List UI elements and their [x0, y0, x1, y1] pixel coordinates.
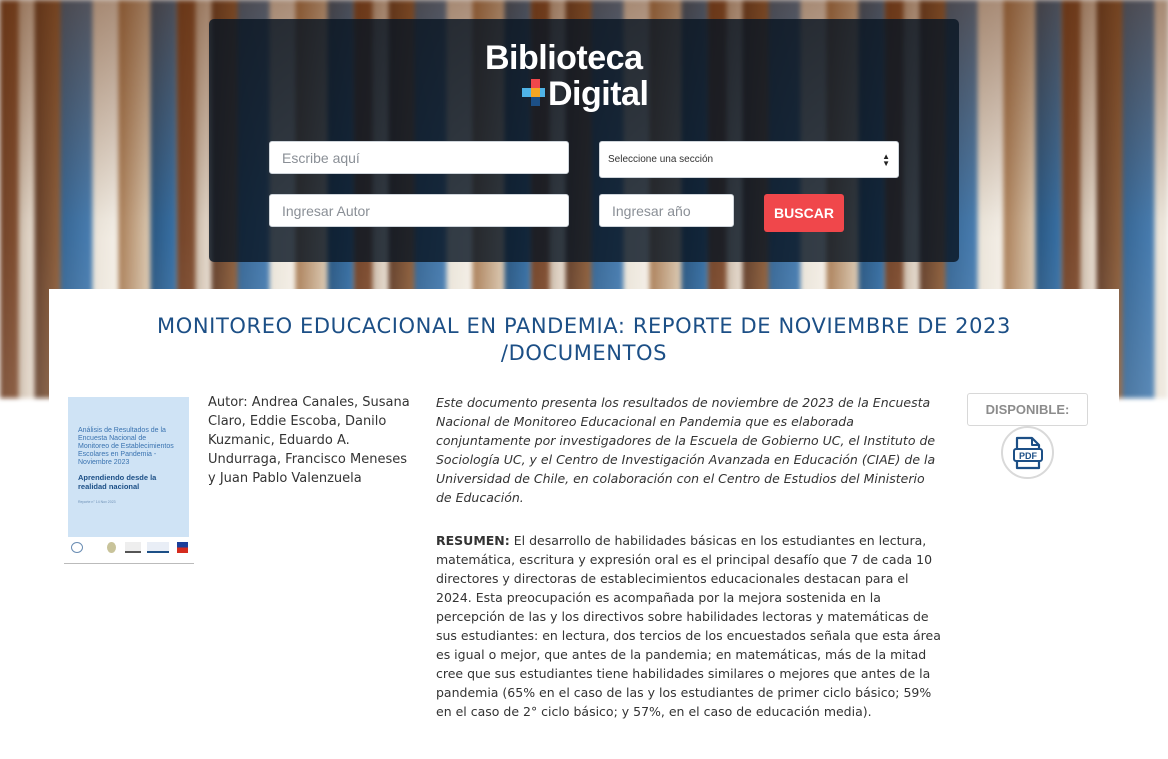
section-select-value: Seleccione una sección: [608, 154, 714, 165]
biblioteca-digital-logo[interactable]: Biblioteca Digital: [485, 39, 685, 119]
cover-subtitle: Análisis de Resultados de la Encuesta Na…: [78, 427, 174, 466]
author-input[interactable]: [269, 194, 569, 227]
select-arrows-icon: ▲ ▼: [882, 151, 890, 168]
search-button[interactable]: BUSCAR: [764, 194, 844, 232]
keyword-search-input[interactable]: [269, 141, 569, 174]
uchile-logo-icon: [107, 542, 116, 553]
search-panel: Biblioteca Digital Seleccione una secció…: [209, 19, 959, 262]
ciae-logo-icon: [125, 542, 141, 553]
cover-title: Aprendiendo desde la realidad nacional: [78, 473, 157, 491]
document-title-line2: /DOCUMENTOS: [500, 341, 668, 365]
uc-logo-icon: [71, 542, 83, 553]
cover-report-number: Reporte n° 14 Nov 2023: [78, 500, 116, 504]
chile-flag-icon: [177, 542, 188, 553]
cover-institution-logos: [69, 540, 189, 556]
summary-label: RESUMEN:: [436, 533, 510, 548]
pdf-icon-text: PDF: [1019, 451, 1038, 461]
pdf-download-button[interactable]: PDF: [1001, 426, 1054, 479]
document-summary: RESUMEN: El desarrollo de habilidades bá…: [436, 531, 941, 721]
logo-line2: Digital: [548, 75, 649, 113]
cover-page: Análisis de Resultados de la Encuesta Na…: [68, 397, 189, 537]
logo-mark-icon: [522, 79, 550, 107]
logo-line1: Biblioteca: [485, 39, 643, 77]
document-author: Autor: Andrea Canales, Susana Claro, Edd…: [208, 395, 410, 486]
mineduc-logo-icon: [147, 542, 169, 553]
document-title: MONITOREO EDUCACIONAL EN PANDEMIA: REPOR…: [49, 313, 1119, 367]
summary-text: El desarrollo de habilidades básicas en …: [436, 533, 941, 719]
document-description: Este documento presenta los resultados d…: [436, 395, 936, 505]
document-cover-thumbnail[interactable]: Análisis de Resultados de la Encuesta Na…: [64, 394, 194, 564]
pdf-file-icon: PDF: [1012, 436, 1043, 469]
section-select[interactable]: Seleccione una sección ▲ ▼: [599, 141, 899, 178]
document-title-line1: MONITOREO EDUCACIONAL EN PANDEMIA: REPOR…: [157, 314, 1011, 338]
availability-label: DISPONIBLE:: [967, 393, 1088, 426]
document-card: MONITOREO EDUCACIONAL EN PANDEMIA: REPOR…: [49, 289, 1119, 759]
year-input[interactable]: [599, 194, 734, 227]
